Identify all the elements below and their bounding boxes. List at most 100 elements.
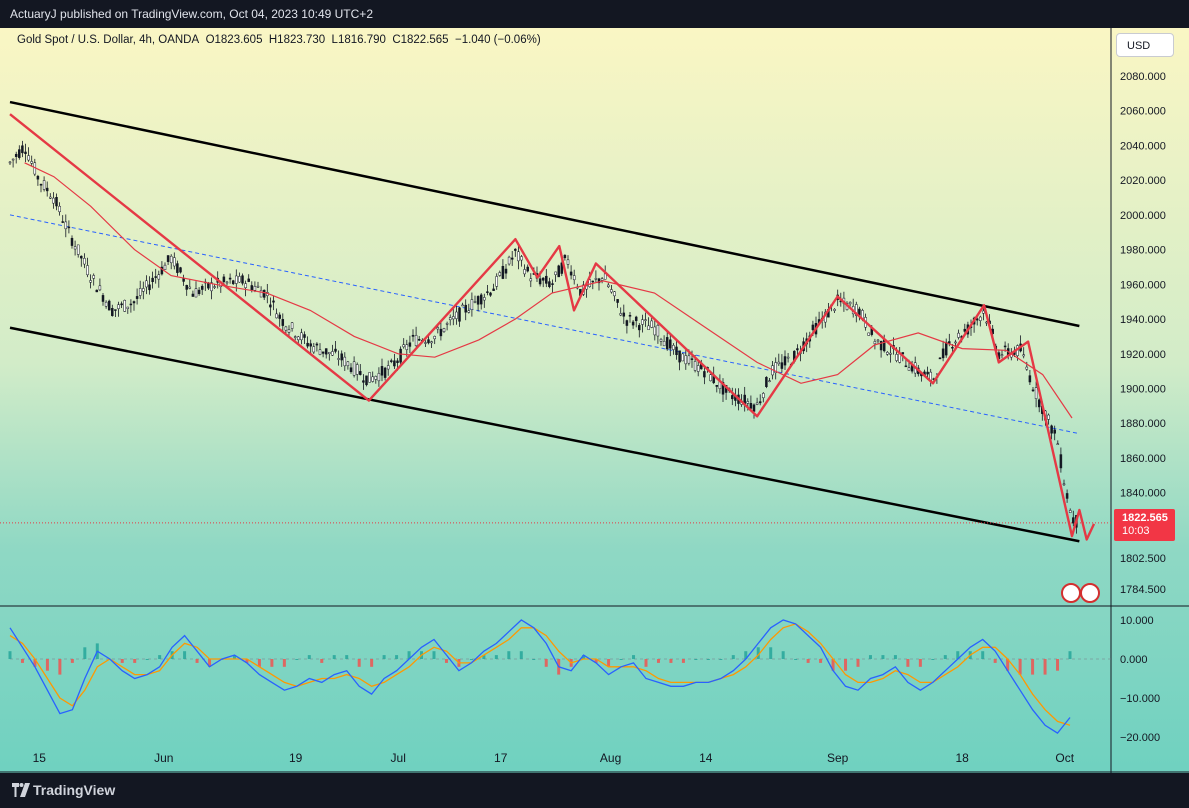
candle-body [179,267,182,273]
candle-body [684,355,688,365]
macd-tick-label: −20.000 [1120,732,1160,744]
candle-body [873,341,877,345]
candle-body [1072,517,1075,524]
candle-body [64,221,68,230]
candle-body [690,358,694,360]
candle-body [386,365,390,370]
candle-body [600,278,604,281]
candle-body [346,361,350,367]
candle-body [594,278,598,280]
candle-body [1034,387,1038,399]
candle-body [653,326,657,336]
candle-body [631,321,635,326]
candle-body [368,372,371,383]
last-price-value: 1822.565 [1122,512,1168,524]
macd-histogram-bar [20,659,24,663]
candle-body [442,328,446,332]
candle-body [1025,366,1029,370]
candle-body [1056,443,1060,445]
macd-histogram-bar [769,647,773,659]
candle-body [439,328,443,337]
candle-body [886,352,889,355]
macd-histogram-bar [195,659,199,663]
candle-body [281,319,285,326]
macd-histogram-bar [794,659,798,660]
candle-body [715,385,719,387]
candle-body [486,291,489,293]
candle-body [625,320,629,326]
candle-body [58,205,61,213]
candle-body [377,373,381,382]
macd-histogram-bar [145,659,149,660]
candle-body [455,311,458,319]
candle-body [876,339,880,342]
footer: TradingView [0,773,1189,808]
candle-body [287,329,291,333]
candle-body [114,309,117,311]
candle-body [678,350,681,363]
macd-histogram-bar [469,659,473,660]
candle-body [749,403,753,409]
macd-histogram-bar [1068,651,1072,659]
candle-body [628,315,632,317]
legend-symbol: Gold Spot / U.S. Dollar, 4h, OANDA [17,34,200,46]
candle-body [548,281,551,287]
macd-histogram-bar [519,651,523,659]
candle-body [45,187,49,192]
candle-body [18,149,21,158]
candle-body [27,155,30,161]
macd-tick-label: 10.000 [1120,615,1154,627]
macd-histogram-bar [444,659,448,663]
candle-body [926,371,929,375]
symbol-legend: Gold Spot / U.S. Dollar, 4h, OANDA O1823… [17,34,541,46]
footer-brand[interactable]: TradingView [33,773,115,808]
candle-body [126,306,130,309]
candle-body [200,285,204,290]
candle-body [111,308,114,316]
candle-body [1022,354,1025,357]
candle-body [309,343,312,347]
candle-body [1053,429,1056,434]
candle-body [433,336,436,340]
candle-body [194,288,198,298]
candle-body [467,310,471,313]
candle-body [36,175,40,180]
candle-body [324,348,328,355]
candle-body [101,295,105,302]
candle-body [343,356,347,367]
chart-frame[interactable]: 2080.000 2060.000 2040.000 2020.000 2000.000… [0,28,1189,773]
candle-body [523,269,526,275]
macd-histogram-bar [893,655,897,659]
candle-body [758,401,762,404]
price-tick-label: 1784.500 [1120,584,1166,596]
candle-body [284,326,288,331]
candle-body [129,303,133,306]
macd-histogram-bar [981,651,985,659]
candle-body [882,339,886,352]
macd-histogram-bar [382,655,386,659]
candle-body [659,338,663,342]
candle-body [954,341,957,344]
currency-button[interactable]: USD [1116,33,1174,57]
macd-histogram-bar [1056,659,1060,671]
candle-body [607,284,610,287]
chart-svg[interactable]: 2080.000 2060.000 2040.000 2020.000 2000.000… [0,28,1189,773]
candle-body [334,348,337,352]
macd-histogram-bar [532,659,536,660]
macd-histogram-bar [332,655,336,659]
macd-histogram-bar [295,659,299,660]
tradingview-logo-icon [12,783,30,797]
candle-body [11,158,15,161]
candle-body [572,275,576,281]
candle-body [390,360,393,362]
candle-body [551,283,554,285]
candle-body [703,371,706,378]
candle-body [424,342,427,344]
candle-body [250,285,254,290]
macd-histogram-bar [731,655,735,659]
candle-body [138,288,142,296]
candle-body [492,288,495,291]
candle-body [569,271,573,276]
candle-body [526,266,529,272]
candle-body [145,280,148,288]
